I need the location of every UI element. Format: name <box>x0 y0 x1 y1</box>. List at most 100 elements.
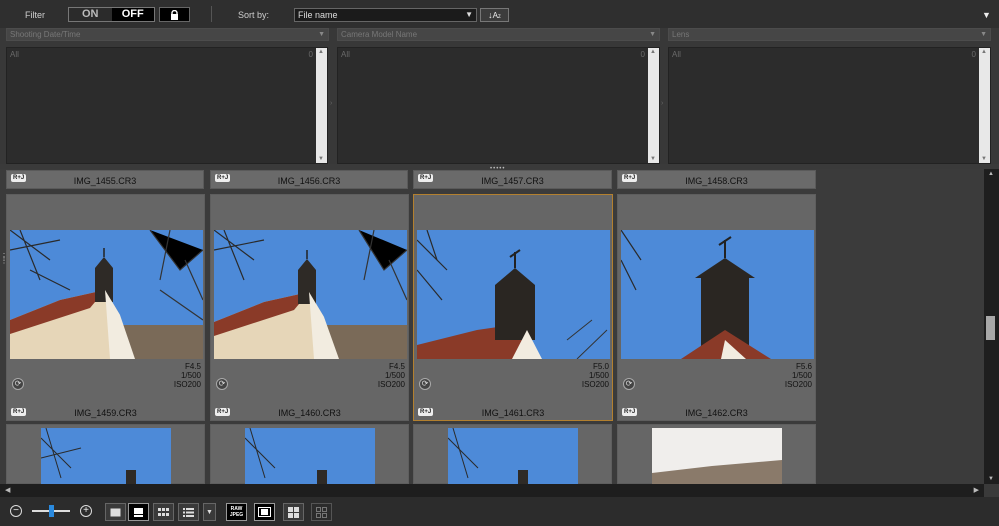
scroll-down-icon[interactable]: ▼ <box>318 156 324 162</box>
thumbnail-tile[interactable] <box>413 424 612 485</box>
scroll-down-icon[interactable]: ▼ <box>650 156 656 162</box>
filter-count: 0 <box>971 50 976 59</box>
grid-horizontal-scrollbar[interactable]: ◀ ▶ <box>0 484 984 497</box>
scroll-up-icon[interactable]: ▲ <box>318 49 324 55</box>
zoom-out-button[interactable]: − <box>10 505 22 517</box>
edit-settings-icon[interactable]: ⟳ <box>623 378 635 390</box>
multi-view-button[interactable] <box>311 503 332 521</box>
photo-thumbnail[interactable] <box>214 230 407 359</box>
bottom-toolbar: − + ▼ RAW JPEG <box>0 497 999 526</box>
grid-vertical-scrollbar[interactable]: ▲ ▼ <box>984 169 999 484</box>
sort-ascending-icon: ↓Az <box>488 10 501 20</box>
toolbar-divider <box>211 6 212 22</box>
photo-thumbnail[interactable] <box>621 230 814 359</box>
filter-column-select[interactable]: Shooting Date/Time ▼ <box>6 28 329 41</box>
thumbnail-label-bar[interactable]: R+J IMG_1457.CR3 <box>413 170 612 189</box>
large-thumbnail-view-button[interactable] <box>105 503 126 521</box>
aperture-value: F5.6 <box>795 362 812 371</box>
photo-thumbnail[interactable] <box>652 428 782 485</box>
thumbnail-label-bar[interactable]: R+J IMG_1458.CR3 <box>617 170 816 189</box>
view-options-dropdown[interactable]: ▼ <box>203 503 216 521</box>
photo-thumbnail[interactable] <box>245 428 375 485</box>
filter-off-button[interactable]: OFF <box>111 8 154 21</box>
filter-label: Filter <box>25 10 45 20</box>
medium-thumbnail-view-button[interactable] <box>128 503 149 521</box>
scroll-down-icon[interactable]: ▼ <box>981 156 987 162</box>
filter-all-item[interactable]: All <box>672 50 681 59</box>
filter-list[interactable]: All 0 ▲ ▼ <box>6 47 328 164</box>
zoom-in-button[interactable]: + <box>80 505 92 517</box>
thumbnail-tile[interactable] <box>210 424 409 485</box>
filmstrip-icon <box>258 507 271 517</box>
filter-panel: Shooting Date/Time ▼ All 0 ▲ ▼ › Camera … <box>0 28 999 164</box>
filter-toolbar: Filter ON OFF Sort by: File name ▼ ↓Az ▼ <box>0 0 999 29</box>
filter-column-select[interactable]: Camera Model Name ▼ <box>337 28 660 41</box>
edit-settings-icon[interactable]: ⟳ <box>216 378 228 390</box>
small-thumbnail-view-button[interactable] <box>153 503 174 521</box>
sort-by-select[interactable]: File name ▼ <box>294 8 477 22</box>
thumbnail-label-bar[interactable]: R+J IMG_1455.CR3 <box>6 170 204 189</box>
scroll-up-icon[interactable]: ▲ <box>650 49 656 55</box>
thumbnail-tile[interactable]: F4.5 1/500 ISO200 ⟳ R+J IMG_1460.CR3 <box>210 194 409 421</box>
thumbnail-tile[interactable] <box>6 424 205 485</box>
photo-thumbnail[interactable] <box>448 428 578 485</box>
scroll-right-icon[interactable]: ▶ <box>974 486 979 494</box>
photo-thumbnail[interactable] <box>10 230 203 359</box>
shutter-value: 1/500 <box>588 371 609 380</box>
exif-info: F5.0 1/500 ISO200 <box>582 362 609 389</box>
shutter-value: 1/500 <box>384 371 405 380</box>
side-panel-handle[interactable]: ⋮ ⋮ <box>0 253 8 265</box>
photo-thumbnail[interactable] <box>41 428 171 485</box>
chevron-down-icon: ▼ <box>206 508 213 516</box>
raw-jpeg-toggle-button[interactable]: RAW JPEG <box>226 503 247 521</box>
filmstrip-view-button[interactable] <box>254 503 275 521</box>
file-name: IMG_1460.CR3 <box>278 408 341 418</box>
collapse-filter-icon[interactable]: ▼ <box>982 10 991 20</box>
exif-info: F4.5 1/500 ISO200 <box>378 362 405 389</box>
filter-all-item[interactable]: All <box>341 50 350 59</box>
four-grid-outline-icon <box>316 506 327 518</box>
filter-count: 0 <box>640 50 645 59</box>
scroll-down-icon[interactable]: ▼ <box>988 476 994 482</box>
filter-column-select[interactable]: Lens ▼ <box>668 28 991 41</box>
aperture-value: F4.5 <box>184 362 201 371</box>
file-name: IMG_1455.CR3 <box>73 176 137 186</box>
filter-list-scrollbar[interactable]: ▲ ▼ <box>979 48 990 163</box>
edit-settings-icon[interactable]: ⟳ <box>12 378 24 390</box>
thumbnail-tile[interactable] <box>617 424 816 485</box>
edit-settings-icon[interactable]: ⟳ <box>419 378 431 390</box>
scroll-up-icon[interactable]: ▲ <box>981 49 987 55</box>
filter-list-scrollbar[interactable]: ▲ ▼ <box>648 48 659 163</box>
slider-handle[interactable] <box>49 505 54 517</box>
filter-list[interactable]: All 0 ▲ ▼ <box>337 47 660 164</box>
compare-view-button[interactable] <box>283 503 304 521</box>
scroll-up-icon[interactable]: ▲ <box>988 171 994 177</box>
sort-order-button[interactable]: ↓Az <box>480 8 509 22</box>
file-name: IMG_1456.CR3 <box>277 176 341 186</box>
column-resize-handle[interactable]: › <box>330 100 332 107</box>
filter-list[interactable]: All 0 ▲ ▼ <box>668 47 991 164</box>
aperture-value: F5.0 <box>592 362 609 371</box>
large-thumbnail-icon <box>110 508 121 516</box>
sort-by-value: File name <box>298 10 338 20</box>
list-icon <box>183 507 194 517</box>
shutter-value: 1/500 <box>791 371 812 380</box>
filter-on-button[interactable]: ON <box>69 8 112 21</box>
scroll-left-icon[interactable]: ◀ <box>5 486 10 494</box>
shutter-value: 1/500 <box>180 371 201 380</box>
photo-thumbnail[interactable] <box>417 230 610 359</box>
scrollbar-thumb[interactable] <box>986 316 995 340</box>
filter-toggle[interactable]: ON OFF <box>68 7 155 22</box>
column-resize-handle[interactable]: › <box>661 100 663 107</box>
iso-value: ISO200 <box>784 380 812 389</box>
jpeg-label: JPEG <box>229 512 244 518</box>
thumbnail-grid: R+J IMG_1455.CR3 R+J IMG_1456.CR3 R+J IM… <box>0 169 984 485</box>
thumbnail-tile-selected[interactable]: F5.0 1/500 ISO200 ⟳ R+J IMG_1461.CR3 <box>413 194 613 421</box>
thumbnail-tile[interactable]: F4.5 1/500 ISO200 ⟳ R+J IMG_1459.CR3 <box>6 194 205 421</box>
filter-lock-button[interactable] <box>159 7 190 22</box>
filter-all-item[interactable]: All <box>10 50 19 59</box>
list-view-button[interactable] <box>178 503 199 521</box>
thumbnail-tile[interactable]: F5.6 1/500 ISO200 ⟳ R+J IMG_1462.CR3 <box>617 194 816 421</box>
thumbnail-label-bar[interactable]: R+J IMG_1456.CR3 <box>210 170 408 189</box>
filter-list-scrollbar[interactable]: ▲ ▼ <box>316 48 327 163</box>
